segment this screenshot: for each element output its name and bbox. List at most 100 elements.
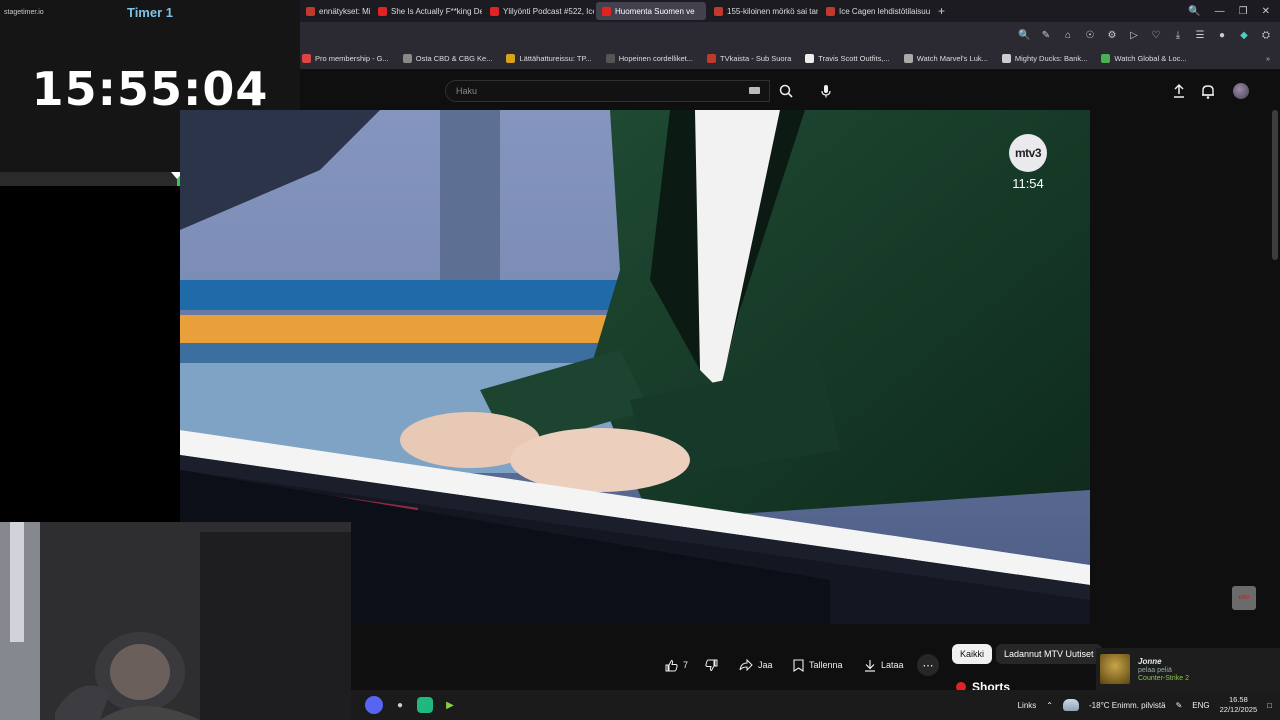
chat-app-icon[interactable]	[417, 697, 433, 713]
dislike-button[interactable]	[705, 654, 718, 676]
bookmark-favicon-icon	[706, 54, 716, 63]
heart-icon[interactable]: ♡	[1150, 30, 1162, 41]
microphone-icon	[821, 85, 831, 98]
browser-toolbar: 🔍 ✎ ⌂ ☉ ⚙ ▷ ♡ ⤓ ☰ ● ◆ ⛭	[300, 22, 1280, 48]
download-icon[interactable]: ⤓	[1172, 30, 1184, 41]
youtube-header: Haku	[300, 70, 1280, 110]
upload-button[interactable]	[1170, 82, 1188, 100]
clock-time: 16.58	[1228, 695, 1248, 704]
steam-notification[interactable]: Jonne pelaa peliä Counter-Strike 2	[1096, 648, 1280, 690]
vpn-icon[interactable]: ◆	[1238, 30, 1250, 41]
tab-favicon-icon	[490, 6, 499, 16]
browser-tab[interactable]: She Is Actually F**king De	[372, 2, 482, 20]
play-icon[interactable]: ▷	[1128, 30, 1140, 41]
browser-tab[interactable]: Ylilyönti Podcast #522, Ice	[484, 2, 594, 20]
obs-app-icon[interactable]: ●	[389, 694, 411, 716]
bookmark-favicon-icon	[1001, 54, 1011, 63]
bookmark-label: Mighty Ducks: Bank...	[1014, 54, 1088, 63]
bookmark-item[interactable]: TVkaista - Sub Suora	[706, 54, 791, 63]
friend-game: Counter-Strike 2	[1138, 674, 1189, 682]
broadcast-time: 11:54	[1012, 176, 1044, 191]
media-app-icon[interactable]: ▶	[439, 694, 461, 716]
minimize-button[interactable]: —	[1215, 6, 1225, 17]
extension-icon[interactable]: ⚙	[1106, 30, 1118, 41]
tab-label: She Is Actually F**king De	[391, 6, 482, 16]
browser-tab[interactable]: ennätykset: Mitkä E	[300, 2, 370, 20]
download-arrow-icon	[865, 659, 875, 672]
share-button[interactable]: Jaa	[739, 654, 773, 676]
thumbs-down-icon	[705, 659, 718, 671]
menu-icon[interactable]: ☰	[1194, 30, 1206, 41]
bookmark-item[interactable]: Pro membership - G...	[302, 54, 389, 63]
bookmark-item[interactable]: Watch Global & Loc...	[1101, 54, 1187, 63]
zoom-icon[interactable]: 🔍	[1018, 30, 1030, 41]
bookmark-item[interactable]: Mighty Ducks: Bank...	[1001, 54, 1088, 63]
home-icon[interactable]: ⌂	[1062, 30, 1074, 41]
new-tab-button[interactable]: +	[930, 4, 953, 18]
browser-search-icon[interactable]: 🔍	[1188, 6, 1200, 17]
bookmark-item[interactable]: Osta CBD & CBG Ke...	[402, 54, 492, 63]
user-avatar[interactable]	[1233, 83, 1249, 99]
clock-date: 22/12/2025	[1219, 705, 1258, 714]
bookmark-item[interactable]: Travis Scott Outfits,...	[805, 54, 890, 63]
bookmark-favicon-icon	[805, 54, 815, 63]
discord-app-icon[interactable]	[365, 696, 383, 714]
system-clock[interactable]: 16.58 22/12/2025	[1220, 695, 1258, 715]
more-actions-button[interactable]: ⋯	[917, 654, 939, 676]
restore-button[interactable]: ❐	[1239, 6, 1248, 17]
share-label: Jaa	[758, 660, 773, 670]
tray-overflow-icon[interactable]: ⌃	[1046, 701, 1053, 710]
keyboard-icon[interactable]	[749, 87, 760, 94]
browser-tab[interactable]: Huomenta Suomen ve	[596, 2, 706, 20]
tab-label: ennätykset: Mitkä E	[319, 6, 370, 16]
chip-uploaded-by-mtv[interactable]: Ladannut MTV Uutiset	[996, 644, 1102, 664]
bookmark-favicon-icon	[903, 54, 913, 63]
page-scrollbar[interactable]	[1272, 110, 1278, 260]
bookmark-label: Pro membership - G...	[315, 54, 389, 63]
browser-tab[interactable]: 155-kiloinen mörkö sai tar	[708, 2, 818, 20]
webcam-overlay	[0, 522, 351, 720]
search-button[interactable]	[772, 80, 800, 102]
links-toolbar[interactable]: Links	[1018, 701, 1037, 710]
settings-icon[interactable]: ⛭	[1260, 30, 1272, 41]
account-icon[interactable]: ●	[1216, 30, 1228, 41]
tab-favicon-icon	[602, 6, 611, 16]
save-label: Tallenna	[809, 660, 843, 670]
tab-label: Ylilyönti Podcast #522, Ice	[503, 6, 594, 16]
search-input[interactable]: Haku	[445, 80, 770, 102]
browser-tab[interactable]: Ice Cagen lehdistötilaisuu	[820, 2, 930, 20]
language-indicator[interactable]: ENG	[1192, 701, 1209, 710]
bell-icon	[1202, 85, 1214, 99]
close-window-button[interactable]: ✕	[1262, 6, 1270, 17]
bookmark-label: Travis Scott Outfits,...	[818, 54, 890, 63]
bookmark-favicon-icon	[506, 54, 516, 63]
pen-icon[interactable]: ✎	[1176, 701, 1183, 710]
mtv-badge[interactable]: mtv	[1232, 586, 1256, 610]
system-tray: Links ⌃ -18°C Enimm. pilvistä ✎ ENG 16.5…	[1018, 695, 1280, 715]
voice-search-button[interactable]	[815, 80, 837, 102]
tab-favicon-icon	[306, 6, 315, 16]
chip-all[interactable]: Kaikki	[952, 644, 993, 664]
weather-text[interactable]: -18°C Enimm. pilvistä	[1089, 701, 1166, 710]
friend-avatar	[1100, 654, 1130, 684]
bookmark-item[interactable]: Lättähattureissu: TP...	[506, 54, 592, 63]
bookmark-item[interactable]: Hopeinen cordelliket...	[605, 54, 693, 63]
save-button[interactable]: Tallenna	[793, 654, 843, 676]
notification-center-icon[interactable]: □	[1267, 701, 1272, 710]
bookmark-favicon-icon	[605, 54, 615, 63]
bookmark-favicon-icon	[302, 54, 311, 63]
shield-icon[interactable]: ☉	[1084, 30, 1096, 41]
tab-label: Ice Cagen lehdistötilaisuu	[839, 6, 930, 16]
weather-icon	[1063, 699, 1079, 711]
notifications-button[interactable]	[1199, 82, 1217, 100]
channel-logo: mtv3	[1009, 134, 1047, 172]
download-label: Lataa	[881, 660, 904, 670]
download-button[interactable]: Lataa	[864, 654, 904, 676]
bookmark-item[interactable]: Watch Marvel's Luk...	[903, 54, 988, 63]
edit-icon[interactable]: ✎	[1040, 30, 1052, 41]
bookmark-label: Watch Global & Loc...	[1114, 54, 1187, 63]
right-sidebar	[1090, 110, 1280, 640]
bookmarks-overflow-icon[interactable]: »	[1266, 54, 1280, 63]
tab-label: Huomenta Suomen ve	[615, 6, 695, 16]
like-button[interactable]: 7	[665, 654, 688, 676]
